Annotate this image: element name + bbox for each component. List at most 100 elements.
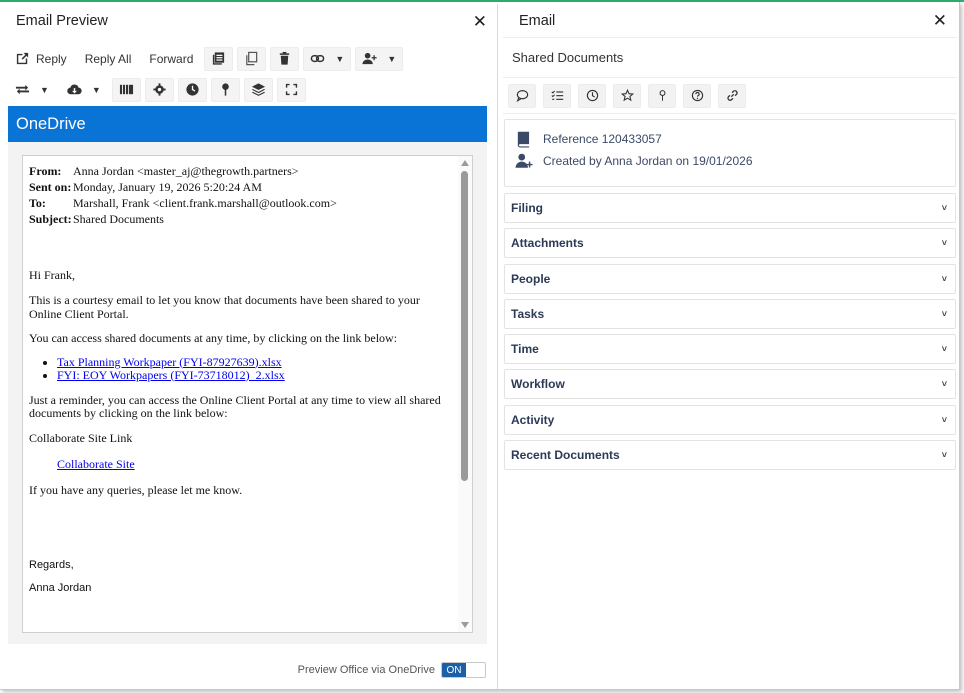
preview-toolbar: Reply Reply All Forward ▼ ▼ ▼ ▼	[0, 38, 497, 104]
email-scrollbar[interactable]	[458, 156, 472, 632]
email-paragraph: You can access shared documents at any t…	[29, 331, 398, 345]
reply-external-icon	[16, 52, 29, 65]
close-preview-button[interactable]: ✕	[473, 13, 487, 30]
section-people[interactable]: People ˅	[504, 263, 956, 294]
swap-arrows-icon	[15, 84, 30, 95]
history-button[interactable]	[578, 83, 606, 108]
section-tasks[interactable]: Tasks ˅	[504, 298, 956, 329]
link-icon	[311, 54, 325, 63]
email-greeting: Hi Frank,	[29, 268, 75, 282]
checklist-icon	[550, 90, 563, 100]
fullscreen-button[interactable]	[276, 77, 306, 102]
header-key: Subject:	[29, 212, 72, 226]
email-header-subject: Subject: Shared Documents	[29, 211, 454, 227]
document-link[interactable]: FYI: EOY Workpapers (FYI-73718012)_2.xls…	[57, 368, 285, 382]
chevron-down-icon: ˅	[941, 344, 947, 355]
layers-button[interactable]	[243, 77, 273, 102]
comments-button[interactable]	[508, 83, 536, 108]
chevron-down-icon: ˅	[941, 414, 947, 425]
toolbar-row-1: Reply Reply All Forward ▼ ▼	[8, 44, 489, 73]
email-preview-title: Email Preview	[16, 13, 108, 29]
library-button[interactable]	[111, 77, 141, 102]
section-label: People	[511, 271, 551, 286]
pin-outline-icon	[659, 90, 665, 101]
reply-all-button[interactable]: Reply All	[78, 47, 139, 71]
reply-label: Reply	[36, 51, 67, 66]
document-link[interactable]: Tax Planning Workpaper (FYI-87927639).xl…	[57, 355, 282, 369]
section-filing[interactable]: Filing ˅	[504, 193, 956, 223]
scroll-down-arrow-icon[interactable]	[461, 622, 469, 628]
details-action-bar	[503, 78, 957, 114]
email-preview-pane: Email Preview ✕ Reply Reply All Forward	[0, 4, 498, 689]
download-dropdown-button[interactable]: ▼	[60, 78, 108, 102]
close-details-button[interactable]: ✕	[933, 12, 947, 29]
copy-all-button[interactable]	[204, 46, 234, 71]
link-dropdown-button[interactable]: ▼	[303, 46, 352, 71]
created-by-line: Created by Anna Jordan on 19/01/2026	[515, 150, 955, 172]
chevron-down-icon: ˅	[941, 238, 947, 249]
header-value: Shared Documents	[73, 212, 164, 226]
user-plus-icon	[515, 153, 533, 168]
chevron-down-icon: ˅	[941, 203, 947, 213]
scroll-thumb[interactable]	[461, 171, 468, 481]
copy-icon	[246, 51, 258, 66]
duplicate-button[interactable]	[237, 46, 267, 71]
header-value: Marshall, Frank <client.frank.marshall@o…	[73, 196, 337, 210]
forward-button[interactable]: Forward	[142, 47, 200, 71]
chevron-down-icon: ˅	[941, 308, 947, 319]
section-activity[interactable]: Activity ˅	[504, 404, 956, 435]
email-header-from: From: Anna Jordan <master_aj@thegrowth.p…	[29, 163, 454, 179]
toggle-on-label: ON	[442, 663, 466, 677]
collaborate-site-link[interactable]: Collaborate Site	[57, 457, 135, 471]
list-item: FYI: EOY Workpapers (FYI-73718012)_2.xls…	[57, 368, 454, 383]
question-circle-icon	[691, 89, 703, 102]
email-paragraph: This is a courtesy email to let you know…	[29, 293, 420, 321]
app-frame: Email Preview ✕ Reply Reply All Forward	[0, 0, 964, 693]
library-icon	[119, 84, 133, 95]
pin-details-button[interactable]	[648, 83, 676, 108]
tasks-button[interactable]	[543, 83, 571, 108]
assign-user-dropdown-button[interactable]: ▼	[355, 46, 404, 71]
chevron-down-icon: ▼	[40, 84, 49, 95]
section-recent-documents[interactable]: Recent Documents ˅	[504, 440, 956, 471]
layers-icon	[251, 83, 265, 96]
toolbar-row-2: ▼ ▼	[8, 75, 489, 104]
clock-outline-icon	[586, 89, 598, 102]
settings-button[interactable]	[144, 77, 174, 102]
list-item: Tax Planning Workpaper (FYI-87927639).xl…	[57, 355, 454, 370]
reply-button[interactable]: Reply	[8, 47, 74, 71]
pin-button[interactable]	[210, 77, 240, 102]
collaborate-heading: Collaborate Site Link	[29, 430, 133, 445]
help-button[interactable]	[683, 83, 711, 108]
trash-icon	[280, 51, 290, 65]
chevron-down-icon: ▼	[91, 84, 101, 95]
copy-link-button[interactable]	[718, 83, 746, 108]
reference-text: Reference 120433057	[543, 132, 662, 146]
email-paragraph: If you have any queries, please let me k…	[29, 483, 243, 497]
move-dropdown-button[interactable]: ▼	[8, 78, 56, 102]
section-time[interactable]: Time ˅	[504, 334, 956, 365]
time-button[interactable]	[177, 77, 207, 102]
section-label: Activity	[511, 412, 555, 427]
preview-office-toggle[interactable]: ON	[441, 662, 486, 678]
shared-document-list: Tax Planning Workpaper (FYI-87927639).xl…	[29, 355, 454, 383]
favourite-button[interactable]	[613, 83, 641, 108]
delete-button[interactable]	[270, 46, 300, 71]
created-by-text: Created by Anna Jordan on 19/01/2026	[543, 154, 753, 168]
clock-icon	[186, 83, 199, 96]
preview-office-label: Preview Office via OneDrive	[297, 664, 435, 676]
section-workflow[interactable]: Workflow ˅	[504, 369, 956, 400]
email-body: From: Anna Jordan <master_aj@thegrowth.p…	[29, 163, 454, 596]
section-attachments[interactable]: Attachments ˅	[504, 228, 956, 259]
scroll-up-arrow-icon[interactable]	[461, 160, 469, 166]
chevron-down-icon: ▼	[387, 53, 397, 64]
email-details-title: Email	[519, 12, 556, 29]
star-icon	[620, 89, 634, 102]
email-subject-title: Shared Documents	[503, 38, 957, 78]
cloud-download-icon	[67, 84, 82, 95]
user-plus-icon	[362, 52, 377, 65]
section-label: Workflow	[511, 377, 565, 392]
email-paragraph: Just a reminder, you can access the Onli…	[29, 392, 441, 420]
email-preview-header: Email Preview ✕	[0, 4, 497, 38]
book-icon	[517, 131, 530, 148]
